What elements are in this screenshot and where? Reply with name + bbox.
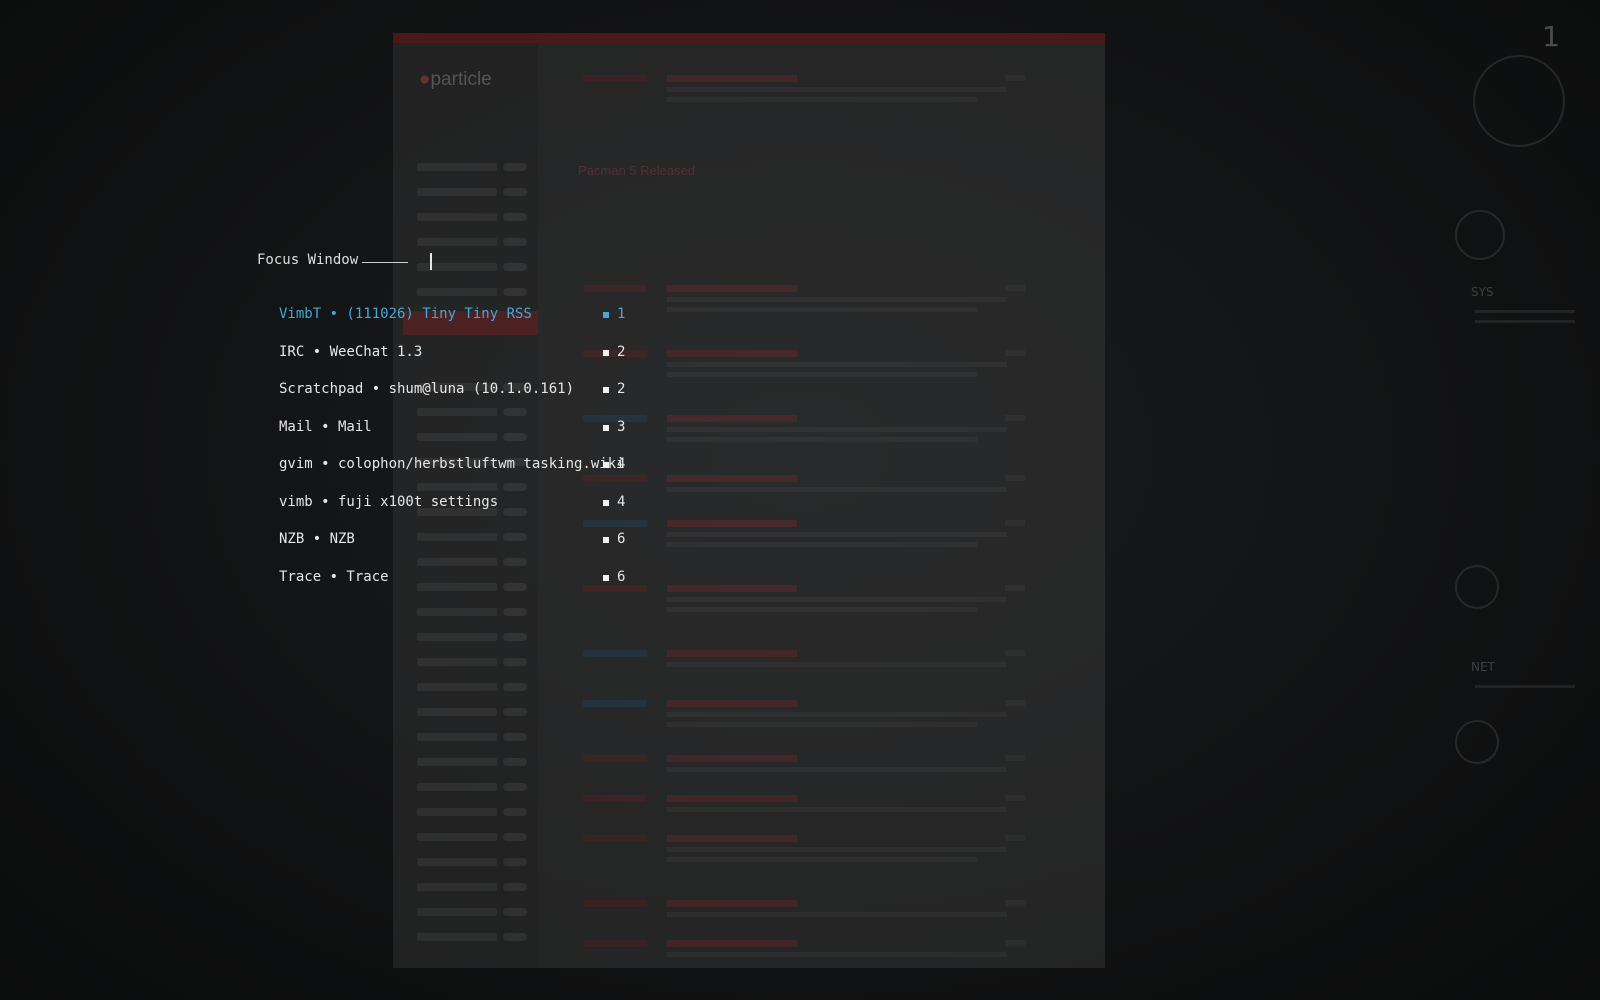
tag-indicator-icon: [603, 575, 609, 581]
tag-number: 2: [617, 381, 626, 397]
tag-number: 6: [617, 531, 626, 547]
cpu-ring: [1455, 210, 1505, 260]
tag-indicator-icon: [603, 500, 609, 506]
tag-number: 6: [617, 569, 626, 585]
tag-indicator-icon: [603, 312, 609, 318]
window-item[interactable]: Scratchpad • shum@luna (10.1.0.161): [279, 381, 574, 397]
open-article-title: Pacman 5 Released: [578, 163, 696, 178]
net-ring: [1455, 720, 1499, 764]
window-item[interactable]: vimb • fuji x100t settings: [279, 494, 498, 510]
mem-ring: [1455, 565, 1499, 609]
tag-number: 1: [617, 306, 626, 322]
tag-number: 2: [617, 344, 626, 360]
window-item[interactable]: NZB • NZB: [279, 531, 355, 547]
system-monitor-widget: 1 SYS NET: [1455, 20, 1590, 960]
focus-window-title: Focus Window: [257, 252, 359, 268]
tag-indicator-icon: [603, 387, 609, 393]
tag-indicator-icon: [603, 350, 609, 356]
sys-label: SYS: [1471, 285, 1494, 299]
tag-indicator-icon: [603, 462, 609, 468]
background-browser-window: ●particle Pacman 5 Released: [393, 33, 1105, 968]
tag-indicator-icon: [603, 537, 609, 543]
window-item[interactable]: VimbT • (111026) Tiny Tiny RSS: [279, 306, 532, 322]
focus-title-rule: [362, 262, 408, 263]
app-logo: ●particle: [419, 69, 492, 90]
window-item[interactable]: IRC • WeeChat 1.3: [279, 344, 422, 360]
window-item[interactable]: Trace • Trace: [279, 569, 389, 585]
net-label: NET: [1471, 660, 1495, 674]
tag-number: 4: [617, 456, 626, 472]
window-item[interactable]: gvim • colophon/herbstluftwm tasking.wik…: [279, 456, 625, 472]
workspace-number: 1: [1542, 20, 1560, 53]
window-item[interactable]: Mail • Mail: [279, 419, 372, 435]
tag-indicator-icon: [603, 425, 609, 431]
tag-number: 4: [617, 494, 626, 510]
clock-ring: [1473, 55, 1565, 147]
tag-number: 3: [617, 419, 626, 435]
browser-titlebar: [393, 33, 1105, 43]
text-cursor: [430, 253, 432, 270]
